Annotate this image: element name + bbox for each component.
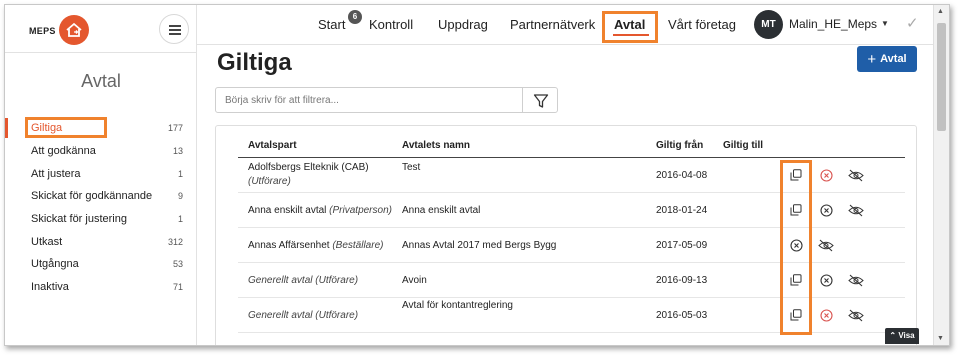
funnel-icon (533, 94, 549, 108)
sidebar-item-label: Utkast (31, 235, 63, 248)
check-icon[interactable]: ✓ (906, 14, 919, 32)
cell-role: (Utförare) (315, 275, 359, 286)
highlight-box-actions (780, 160, 812, 335)
scroll-up-arrow-icon[interactable]: ▲ (937, 8, 944, 15)
cell-party: Annas Affärsenhet (Beställare) (248, 240, 384, 251)
sidebar-item-label: Inaktiva (31, 281, 69, 294)
house-logo-icon (59, 15, 89, 45)
avatar[interactable]: MT (754, 10, 783, 39)
chevron-up-icon: ⌃ (889, 331, 897, 340)
filter-input[interactable]: Börja skriv för att filtrera... (215, 87, 523, 113)
scroll-thumb[interactable] (937, 23, 946, 131)
sidebar: MEPS Avtal Giltiga 177 Att godkänna 13 A… (5, 5, 197, 345)
eye-slash-icon[interactable] (818, 239, 834, 252)
cell-name: Annas Avtal 2017 med Bergs Bygg (402, 240, 557, 251)
cancel-red-icon[interactable] (820, 309, 833, 322)
sidebar-item-utkast[interactable]: Utkast 312 (5, 230, 197, 253)
sidebar-list: Giltiga 177 Att godkänna 13 Att justera … (5, 117, 197, 299)
sidebar-item-skickat-justering[interactable]: Skickat för justering 1 (5, 208, 197, 231)
sidebar-item-count: 1 (177, 214, 183, 225)
sidebar-item-inaktiva[interactable]: Inaktiva 71 (5, 276, 197, 299)
app-window: MEPS Avtal Giltiga 177 Att godkänna 13 A… (4, 4, 950, 346)
menu-toggle-button[interactable] (159, 14, 189, 44)
sidebar-item-label: Att justera (31, 167, 81, 180)
notification-badge: 6 (348, 10, 362, 24)
sidebar-item-skickat-godkannande[interactable]: Skickat för godkännande 9 (5, 185, 197, 208)
page-title: Giltiga (217, 49, 292, 76)
cancel-icon[interactable] (820, 204, 833, 217)
eye-slash-icon[interactable] (848, 169, 864, 182)
sidebar-item-label: Skickat för godkännande (31, 190, 153, 203)
logo-row: MEPS (5, 5, 197, 53)
cell-role: (Utförare) (248, 176, 291, 187)
scroll-down-arrow-icon[interactable]: ▼ (937, 335, 944, 342)
cell-party: Generellt avtal (Utförare) (248, 275, 359, 286)
highlight-box-sidebar (25, 117, 107, 138)
sidebar-item-label: Att godkänna (31, 145, 96, 158)
column-header-giltig-till[interactable]: Giltig till (723, 140, 763, 151)
cell-name: Anna enskilt avtal (402, 205, 481, 216)
cell-party: Generellt avtal (Utförare) (248, 310, 359, 321)
cell-from: 2018-01-24 (656, 205, 708, 216)
cell-name: Avtal för kontantreglering (402, 300, 513, 311)
cell-name: Test (402, 162, 421, 173)
sidebar-item-count: 71 (172, 282, 183, 293)
cancel-icon[interactable] (820, 274, 833, 287)
cell-from: 2017-05-09 (656, 240, 708, 251)
sidebar-item-att-godkanna[interactable]: Att godkänna 13 (5, 140, 197, 163)
visa-label: Visa (898, 331, 915, 340)
visa-button[interactable]: ⌃ Visa (885, 328, 919, 344)
top-nav: Start 6 Kontroll Uppdrag Partnernätverk … (197, 5, 935, 45)
scrollbar[interactable]: ▲ ▼ (933, 5, 949, 345)
cell-party: Anna enskilt avtal (Privatperson) (248, 205, 392, 216)
sidebar-item-count: 177 (167, 123, 183, 134)
cell-party: Adolfsbergs Elteknik (CAB) (248, 162, 369, 173)
cell-from: 2016-05-03 (656, 310, 708, 321)
cell-name: Avoin (402, 275, 427, 286)
nav-vart-foretag[interactable]: Vårt företag (668, 17, 736, 32)
eye-slash-icon[interactable] (848, 309, 864, 322)
column-header-avtalets-namn[interactable]: Avtalets namn (402, 140, 470, 151)
sidebar-item-att-justera[interactable]: Att justera 1 (5, 162, 197, 185)
filter-button[interactable] (522, 87, 558, 113)
sidebar-item-count: 1 (177, 168, 183, 179)
sidebar-item-label: Skickat för justering (31, 213, 127, 226)
eye-slash-icon[interactable] (848, 204, 864, 217)
user-name[interactable]: Malin_HE_Meps (789, 17, 877, 31)
cancel-red-icon[interactable] (820, 169, 833, 182)
add-avtal-label: Avtal (880, 53, 907, 65)
sidebar-item-count: 312 (167, 236, 183, 247)
nav-uppdrag[interactable]: Uppdrag (438, 17, 488, 32)
highlight-box-nav (602, 11, 658, 43)
cell-role: (Beställare) (332, 240, 384, 251)
sidebar-item-count: 13 (172, 146, 183, 157)
cell-role: (Utförare) (315, 310, 359, 321)
cell-role: (Privatperson) (329, 205, 392, 216)
logo-text: MEPS (29, 26, 56, 36)
eye-slash-icon[interactable] (848, 274, 864, 287)
column-header-giltig-fran[interactable]: Giltig från (656, 140, 703, 151)
nav-partnernatverk[interactable]: Partnernätverk (510, 17, 595, 32)
nav-start[interactable]: Start (318, 17, 345, 32)
sidebar-item-utgangna[interactable]: Utgångna 53 (5, 253, 197, 276)
column-header-avtalspart[interactable]: Avtalspart (248, 140, 297, 151)
cell-from: 2016-09-13 (656, 275, 708, 286)
plus-icon: + (867, 50, 877, 68)
cell-from: 2016-04-08 (656, 170, 708, 181)
nav-kontroll[interactable]: Kontroll (369, 17, 413, 32)
sidebar-item-count: 9 (177, 191, 183, 202)
caret-down-icon[interactable]: ▼ (881, 19, 889, 28)
sidebar-item-count: 53 (172, 259, 183, 270)
add-avtal-button[interactable]: + Avtal (857, 46, 917, 72)
sidebar-item-label: Utgångna (31, 258, 79, 271)
sidebar-title: Avtal (81, 71, 121, 91)
